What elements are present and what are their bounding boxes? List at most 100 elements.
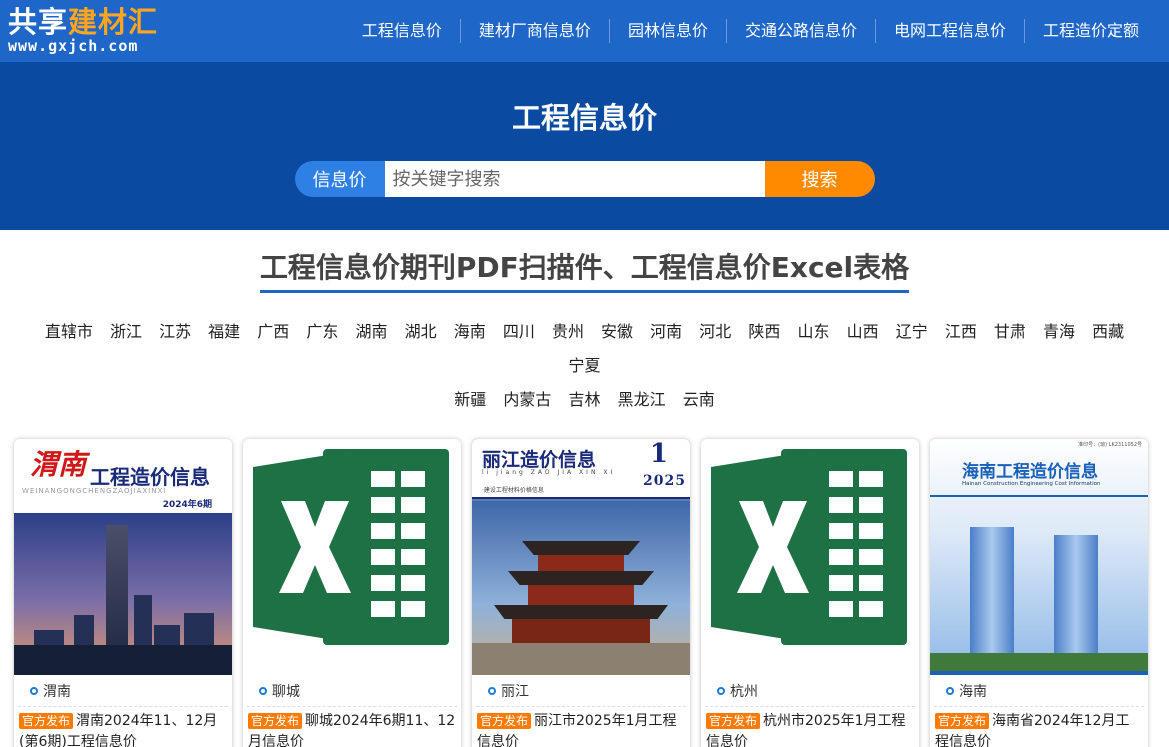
excel-file-icon [253, 449, 449, 645]
nav-item-dw[interactable]: 电网工程信息价 [874, 19, 1024, 43]
cover-heading: 海南工程造价信息 [962, 462, 1098, 482]
location-dot-icon [488, 686, 496, 695]
hero-title: 工程信息价 [511, 101, 657, 135]
official-badge: 官方发布 [19, 713, 74, 729]
card-title[interactable]: 官方发布 渭南2024年11、12月(第6期)工程信息价 [14, 707, 232, 747]
region-link[interactable]: 新疆 [454, 383, 486, 417]
card-city-label: 杭州 [730, 683, 758, 700]
pavilion-image [472, 501, 690, 675]
cover-year: 2025 [643, 473, 686, 489]
region-link[interactable]: 河北 [699, 315, 731, 349]
search-button[interactable]: 搜索 [764, 161, 875, 197]
official-badge: 官方发布 [706, 713, 761, 729]
region-link[interactable]: 贵州 [552, 315, 584, 349]
region-link[interactable]: 青海 [1043, 315, 1075, 349]
card-thumbnail[interactable]: 丽江造价信息 li jiang ZAO JIA XIN XI ·建设工程材料价格… [472, 439, 690, 675]
card-city-label: 丽江 [501, 683, 529, 700]
nav-item-jccs[interactable]: 建材厂商信息价 [459, 19, 609, 43]
section-title: 工程信息价期刊PDF扫描件、工程信息价Excel表格 [259, 246, 910, 293]
card-city: 丽江 [476, 675, 686, 707]
site-logo[interactable]: 共享建材汇 www.gxjch.com [8, 8, 158, 54]
nav-item-yl[interactable]: 园林信息价 [608, 19, 726, 43]
card-grid: 渭南 工程造价信息 WEINANGONGCHENGZAOJIAXINXI 202… [0, 439, 1169, 747]
region-link[interactable]: 陕西 [748, 315, 780, 349]
official-badge: 官方发布 [248, 713, 303, 729]
location-dot-icon [717, 686, 725, 695]
card-thumbnail[interactable] [701, 439, 919, 675]
price-card[interactable]: 准印号：(琼) LK2311052号 海南工程造价信息 Hainan Const… [930, 439, 1148, 747]
cover-note: ·建设工程材料价格信息 [482, 487, 544, 494]
region-link[interactable]: 江西 [945, 315, 977, 349]
official-badge: 官方发布 [935, 713, 990, 729]
nav-item-gcxxj[interactable]: 工程信息价 [344, 19, 460, 43]
nav-item-jtgl[interactable]: 交通公路信息价 [725, 19, 875, 43]
tower-right-image [1054, 535, 1098, 655]
card-city-label: 聊城 [272, 683, 300, 700]
official-badge: 官方发布 [477, 713, 532, 729]
region-link[interactable]: 云南 [683, 383, 715, 417]
hero-banner: 工程信息价 信息价 搜索 [0, 62, 1169, 230]
logo-url: www.gxjch.com [8, 37, 139, 55]
card-title[interactable]: 官方发布 杭州市2025年1月工程信息价 [701, 707, 919, 747]
region-link[interactable]: 黑龙江 [618, 383, 666, 417]
cover-header: 丽江造价信息 li jiang ZAO JIA XIN XI ·建设工程材料价格… [472, 439, 690, 499]
card-city: 聊城 [247, 675, 457, 707]
main-nav: 工程信息价 建材厂商信息价 园林信息价 交通公路信息价 电网工程信息价 工程造价… [344, 19, 1157, 43]
search-type-selector[interactable]: 信息价 [294, 161, 385, 197]
cover-pinyin: li jiang ZAO JIA XIN XI [482, 469, 616, 476]
cover-heading: 工程造价信息 [90, 465, 210, 489]
price-card[interactable]: 丽江造价信息 li jiang ZAO JIA XIN XI ·建设工程材料价格… [472, 439, 690, 747]
region-link[interactable]: 吉林 [568, 383, 600, 417]
region-link[interactable]: 西藏 [1092, 315, 1124, 349]
price-card[interactable]: 渭南 工程造价信息 WEINANGONGCHENGZAOJIAXINXI 202… [14, 439, 232, 747]
cover-heading: 丽江造价信息 [482, 449, 597, 471]
top-bar: 共享建材汇 www.gxjch.com 工程信息价 建材厂商信息价 园林信息价 … [0, 0, 1169, 62]
cover-brand: 渭南 [30, 448, 87, 481]
logo-accent: 建材汇 [68, 5, 159, 39]
card-city: 海南 [934, 675, 1144, 707]
region-link[interactable]: 福建 [208, 315, 240, 349]
search-bar: 信息价 搜索 [294, 161, 875, 197]
region-link[interactable]: 浙江 [110, 315, 142, 349]
price-card[interactable]: 杭州 官方发布杭州市2025年1月工程信息价 2025-01-19 [701, 439, 919, 747]
card-city-label: 渭南 [43, 683, 71, 700]
region-link[interactable]: 湖北 [405, 315, 437, 349]
region-link[interactable]: 广东 [306, 315, 338, 349]
card-title[interactable]: 官方发布 海南省2024年12月工程信息价 [930, 707, 1148, 747]
cover-code: 准印号：(琼) LK2311052号 [1078, 442, 1142, 448]
card-thumbnail[interactable]: 渭南 工程造价信息 WEINANGONGCHENGZAOJIAXINXI 202… [14, 439, 232, 675]
region-filter: 直辖市 浙江 江苏 福建 广西 广东 湖南 湖北 海南 四川 贵州 安徽 河南 … [20, 315, 1150, 417]
region-link[interactable]: 甘肃 [994, 315, 1026, 349]
cover-subtitle: WEINANGONGCHENGZAOJIAXINXI [22, 487, 167, 495]
nav-item-gczjde[interactable]: 工程造价定额 [1023, 19, 1157, 43]
region-link[interactable]: 湖南 [356, 315, 388, 349]
location-dot-icon [946, 686, 954, 695]
card-city: 杭州 [705, 675, 915, 707]
card-thumbnail[interactable] [243, 439, 461, 675]
region-link[interactable]: 山东 [797, 315, 829, 349]
region-link[interactable]: 辽宁 [896, 315, 928, 349]
tower-left-image [970, 527, 1014, 655]
logo-main: 共享 [8, 5, 69, 39]
region-link[interactable]: 江苏 [159, 315, 191, 349]
price-card[interactable]: 聊城 官方发布聊城2024年6期11、12月信息价 2024-12-10 [243, 439, 461, 747]
city-skyline-image [14, 513, 232, 675]
region-link[interactable]: 山西 [847, 315, 879, 349]
region-link[interactable]: 广西 [257, 315, 289, 349]
search-input[interactable] [384, 161, 765, 197]
card-title[interactable]: 官方发布 聊城2024年6期11、12月信息价 [243, 707, 461, 747]
region-link[interactable]: 海南 [454, 315, 486, 349]
region-link[interactable]: 内蒙古 [503, 383, 551, 417]
region-link[interactable]: 宁夏 [568, 349, 600, 383]
region-link[interactable]: 安徽 [601, 315, 633, 349]
excel-file-icon [711, 449, 907, 645]
cover-header: 渭南 工程造价信息 WEINANGONGCHENGZAOJIAXINXI 202… [14, 439, 232, 513]
card-thumbnail[interactable]: 准印号：(琼) LK2311052号 海南工程造价信息 Hainan Const… [930, 439, 1148, 675]
card-title[interactable]: 官方发布 丽江市2025年1月工程信息价 [472, 707, 690, 747]
section-header: 工程信息价期刊PDF扫描件、工程信息价Excel表格 [0, 246, 1169, 293]
region-link[interactable]: 河南 [650, 315, 682, 349]
region-link[interactable]: 四川 [503, 315, 535, 349]
location-dot-icon [259, 686, 267, 695]
region-link[interactable]: 直辖市 [45, 315, 93, 349]
card-city-label: 海南 [959, 683, 987, 700]
